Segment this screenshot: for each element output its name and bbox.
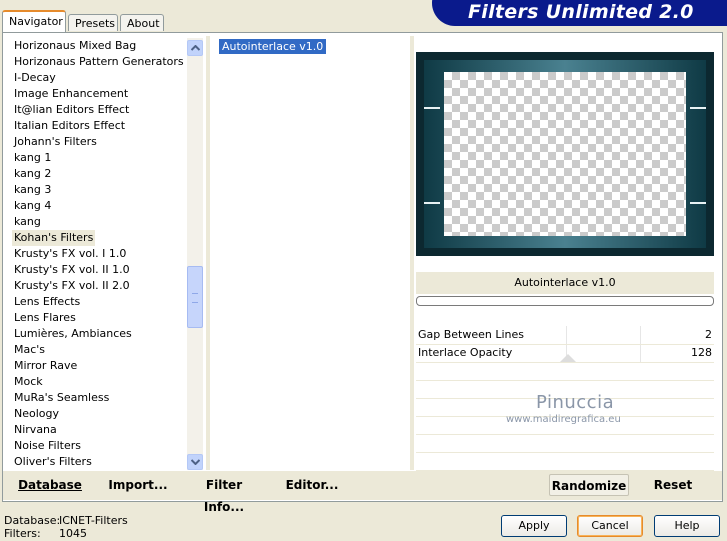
database-button[interactable]: Database <box>16 474 84 496</box>
slider-marker[interactable] <box>560 354 576 362</box>
category-item[interactable]: Krusty's FX vol. I 1.0 <box>12 246 128 262</box>
category-item[interactable]: Kohan's Filters <box>12 230 96 246</box>
watermark-name: Pinuccia <box>536 392 615 413</box>
category-item[interactable]: Italian Editors Effect <box>12 118 127 134</box>
category-item[interactable]: Noise Filters <box>12 438 83 454</box>
database-status-label: Database: <box>4 514 61 527</box>
cancel-button[interactable]: Cancel <box>577 515 643 537</box>
category-item[interactable]: Lumières, Ambiances <box>12 326 134 342</box>
editor-button[interactable]: Editor... <box>284 474 340 496</box>
status-info: Database:ICNET-Filters Filters: 1045 <box>4 514 128 540</box>
param-row-empty <box>416 452 714 471</box>
randomize-label: Randomize <box>551 479 627 493</box>
watermark-url: www.maidiregrafica.eu <box>506 414 621 425</box>
scroll-down-button[interactable] <box>187 454 203 470</box>
filter-list[interactable]: Autointerlace v1.0 <box>211 36 409 470</box>
category-item[interactable]: kang 4 <box>12 198 53 214</box>
tab-about[interactable]: About <box>120 14 164 31</box>
tab-presets[interactable]: Presets <box>68 14 118 31</box>
chevron-down-icon <box>191 459 200 465</box>
category-item[interactable]: MuRa's Seamless <box>12 390 111 406</box>
category-item[interactable]: Mac's <box>12 342 47 358</box>
database-status-value: ICNET-Filters <box>59 514 128 527</box>
category-scrollbar[interactable] <box>187 38 203 470</box>
divider <box>410 36 414 470</box>
category-item[interactable]: Neology <box>12 406 61 422</box>
frame-tick <box>424 107 440 109</box>
transparency-checkerboard <box>444 72 686 236</box>
param-row-empty <box>416 434 714 453</box>
category-item[interactable]: Mock <box>12 374 45 390</box>
filters-count-label: Filters: <box>4 527 41 540</box>
category-item[interactable]: Oliver's Filters <box>12 454 94 470</box>
category-item[interactable]: Horizonaus Mixed Bag <box>12 38 138 54</box>
category-item[interactable]: Lens Flares <box>12 310 78 326</box>
frame-tick <box>690 107 706 109</box>
category-item[interactable]: kang 3 <box>12 182 53 198</box>
scroll-thumb[interactable] <box>187 266 203 328</box>
preview-frame <box>424 60 706 248</box>
category-item[interactable]: kang 1 <box>12 150 53 166</box>
category-item[interactable]: Horizonaus Pattern Generators <box>12 54 186 70</box>
help-button[interactable]: Help <box>654 515 720 537</box>
category-item[interactable]: kang 2 <box>12 166 53 182</box>
filter-item-autointerlace[interactable]: Autointerlace v1.0 <box>219 39 327 54</box>
filters-count-value: 1045 <box>59 527 87 540</box>
tab-navigator[interactable]: Navigator <box>2 10 66 32</box>
category-item[interactable]: kang <box>12 214 43 230</box>
import-button[interactable]: Import... <box>108 474 168 496</box>
category-item[interactable]: Krusty's FX vol. II 2.0 <box>12 278 132 294</box>
database-label: Database <box>18 478 82 492</box>
randomize-button[interactable]: Randomize <box>549 474 629 496</box>
chevron-up-icon <box>191 45 200 51</box>
editor-label: Editor... <box>285 478 339 492</box>
filter-info-button[interactable]: Filter Info... <box>186 474 262 514</box>
category-item[interactable]: It@lian Editors Effect <box>12 102 131 118</box>
category-item[interactable]: Image Enhancement <box>12 86 130 102</box>
reset-button[interactable]: Reset <box>648 474 698 496</box>
filter-info-label: Filter Info... <box>203 478 245 514</box>
progress-bar <box>416 296 714 306</box>
app-title: Filters Unlimited 2.0 <box>468 1 694 23</box>
param-row-gap-between-lines[interactable]: Gap Between Lines 2 <box>416 326 714 345</box>
category-item[interactable]: Nirvana <box>12 422 59 438</box>
param-row-empty <box>416 362 714 381</box>
category-item[interactable]: Johann's Filters <box>12 134 99 150</box>
selected-filter-title: Autointerlace v1.0 <box>416 272 714 294</box>
import-label: Import... <box>108 478 168 492</box>
param-label: Interlace Opacity <box>418 346 513 359</box>
category-item[interactable]: Krusty's FX vol. II 1.0 <box>12 262 132 278</box>
preview-image <box>416 52 714 256</box>
divider <box>206 36 210 470</box>
param-value: 128 <box>691 346 712 359</box>
category-item[interactable]: Lens Effects <box>12 294 82 310</box>
apply-button[interactable]: Apply <box>501 515 567 537</box>
category-list[interactable]: Horizonaus Mixed Bag Horizonaus Pattern G… <box>6 36 186 470</box>
reset-label: Reset <box>653 478 693 492</box>
param-label: Gap Between Lines <box>418 328 525 341</box>
scroll-grip <box>192 293 198 303</box>
app-title-banner: Filters Unlimited 2.0 <box>420 0 727 26</box>
param-value: 2 <box>705 328 712 341</box>
scroll-up-button[interactable] <box>187 40 203 56</box>
frame-tick <box>690 202 706 204</box>
category-item[interactable]: Mirror Rave <box>12 358 79 374</box>
frame-tick <box>424 202 440 204</box>
category-item[interactable]: I-Decay <box>12 70 58 86</box>
